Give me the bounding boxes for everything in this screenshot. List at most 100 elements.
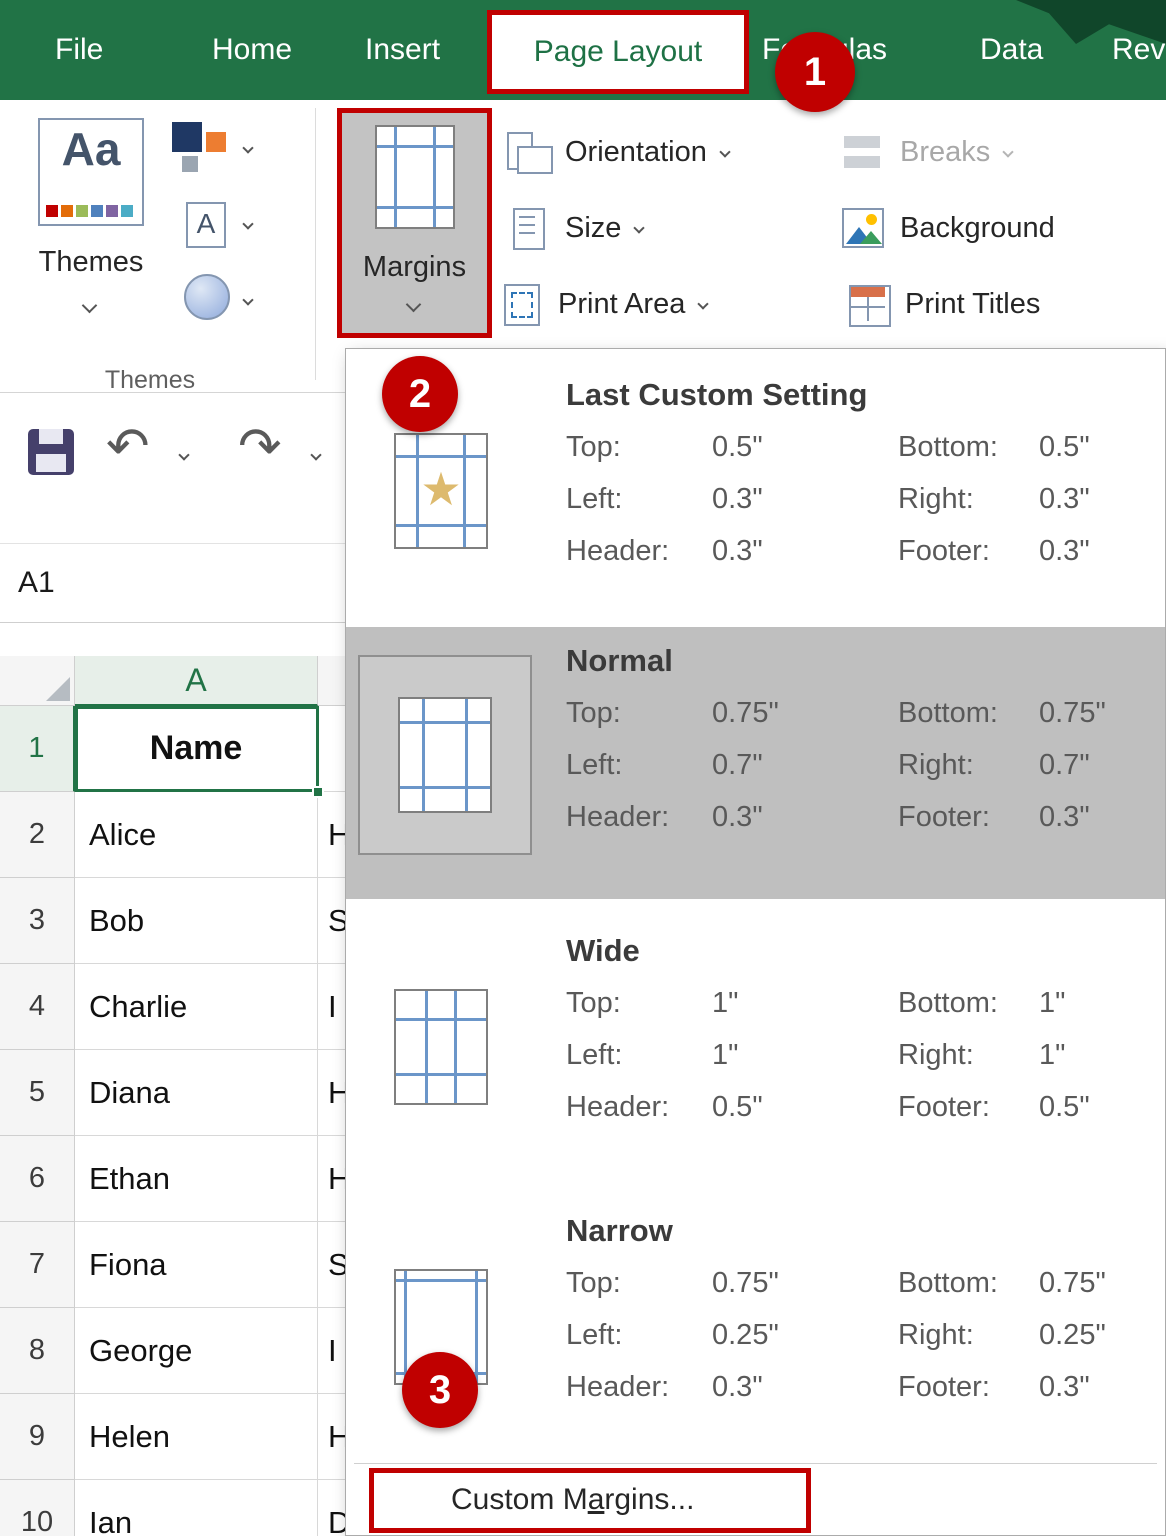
undo-icon[interactable] — [106, 417, 168, 479]
cell-b9[interactable]: H — [318, 1394, 346, 1480]
cell-a5[interactable]: Diana — [75, 1050, 318, 1136]
margins-option-normal[interactable]: Normal Top:0.75" Bottom:0.75" Left:0.7" … — [346, 627, 1165, 899]
ribbon-tab-bar: File Home Insert Page Layout Formulas Da… — [0, 0, 1166, 100]
cell-a10[interactable]: Ian — [75, 1480, 318, 1536]
tab-insert[interactable]: Insert — [365, 0, 440, 100]
orientation-icon — [505, 130, 551, 174]
chevron-down-icon[interactable] — [242, 294, 253, 305]
cell-a6[interactable]: Ethan — [75, 1136, 318, 1222]
tab-review[interactable]: Review — [1112, 0, 1166, 100]
group-divider — [315, 108, 316, 380]
cell-a7[interactable]: Fiona — [75, 1222, 318, 1308]
print-titles-label: Print Titles — [905, 288, 1040, 321]
chevron-down-icon — [82, 298, 98, 314]
cell-a1[interactable]: Name — [75, 706, 318, 792]
sheet-row: 8 George I — [0, 1308, 346, 1394]
name-box[interactable]: A1 — [0, 543, 346, 623]
themes-button[interactable]: Aa Themes — [30, 108, 158, 344]
margins-option-last-custom-setting[interactable]: Last Custom Setting Top:0.5" Bottom:0.5"… — [346, 361, 1165, 623]
column-header-b[interactable] — [318, 656, 346, 706]
theme-fonts-button[interactable] — [186, 202, 226, 248]
tab-file[interactable]: File — [55, 0, 103, 100]
select-all-button[interactable] — [0, 656, 75, 706]
cell-b5[interactable]: H — [318, 1050, 346, 1136]
select-all-triangle-icon — [46, 677, 70, 701]
cell-b10[interactable]: D — [318, 1480, 346, 1536]
cell-a4[interactable]: Charlie — [75, 964, 318, 1050]
margins-option-narrow[interactable]: Narrow Top:0.75" Bottom:0.75" Left:0.25"… — [346, 1197, 1165, 1459]
theme-fonts-icon — [186, 202, 226, 248]
chevron-down-icon[interactable] — [242, 142, 253, 153]
margins-option-values: Top:0.75" Bottom:0.75" Left:0.7" Right:0… — [566, 687, 1106, 843]
row-header[interactable]: 10 — [0, 1480, 75, 1536]
sheet-row: 4 Charlie I — [0, 964, 346, 1050]
orientation-label: Orientation — [565, 136, 707, 169]
print-titles-icon — [845, 282, 891, 326]
page-breaks-icon — [840, 130, 886, 174]
fill-handle[interactable] — [312, 786, 324, 798]
row-header[interactable]: 9 — [0, 1394, 75, 1480]
cell-a8[interactable]: George — [75, 1308, 318, 1394]
margins-page-icon — [375, 125, 455, 229]
sheet-row: 7 Fiona S — [0, 1222, 346, 1308]
cell-b6[interactable]: H — [318, 1136, 346, 1222]
chevron-down-icon — [698, 298, 709, 309]
row-header[interactable]: 5 — [0, 1050, 75, 1136]
redo-icon[interactable] — [238, 417, 300, 479]
cell-reference: A1 — [18, 544, 346, 622]
chevron-down-icon[interactable] — [178, 449, 189, 460]
theme-effects-button[interactable] — [184, 274, 230, 320]
sheet-row: 9 Helen H — [0, 1394, 346, 1480]
background-button[interactable]: Background — [840, 200, 1055, 256]
tab-page-layout[interactable]: Page Layout — [487, 10, 749, 94]
row-header[interactable]: 6 — [0, 1136, 75, 1222]
row-header[interactable]: 4 — [0, 964, 75, 1050]
print-titles-button[interactable]: Print Titles — [845, 276, 1040, 332]
margins-option-values: Top:1" Bottom:1" Left:1" Right:1" Header… — [566, 977, 1090, 1133]
chevron-down-icon[interactable] — [310, 449, 321, 460]
column-headers: A — [0, 656, 346, 706]
save-icon[interactable] — [28, 429, 74, 475]
cell-a3[interactable]: Bob — [75, 878, 318, 964]
print-area-button[interactable]: Print Area — [498, 276, 707, 332]
margins-option-wide[interactable]: Wide Top:1" Bottom:1" Left:1" Right:1" H… — [346, 917, 1165, 1179]
sheet-row: 10 Ian D — [0, 1480, 346, 1536]
sheet-row: 1 Name — [0, 706, 346, 792]
row-header[interactable]: 8 — [0, 1308, 75, 1394]
sheet-row: 3 Bob S — [0, 878, 346, 964]
row-header[interactable]: 2 — [0, 792, 75, 878]
background-label: Background — [900, 212, 1055, 245]
size-label: Size — [565, 212, 621, 245]
chevron-down-icon — [406, 297, 422, 313]
size-button[interactable]: Size — [505, 200, 643, 256]
margins-button[interactable]: Margins — [337, 108, 492, 338]
cell-b1[interactable] — [318, 706, 346, 792]
margins-option-title: Narrow — [566, 1213, 673, 1249]
cell-b3[interactable]: S — [318, 878, 346, 964]
row-header[interactable]: 3 — [0, 878, 75, 964]
cell-a9[interactable]: Helen — [75, 1394, 318, 1480]
background-picture-icon — [840, 206, 886, 250]
cell-b7[interactable]: S — [318, 1222, 346, 1308]
column-header-a[interactable]: A — [75, 656, 318, 706]
custom-margins-menu-item[interactable]: Custom Margins... — [346, 1467, 1165, 1535]
margins-preview-icon — [398, 697, 492, 813]
cell-b4[interactable]: I — [318, 964, 346, 1050]
cell-b2[interactable]: H — [318, 792, 346, 878]
chevron-down-icon — [719, 146, 730, 157]
tab-data[interactable]: Data — [980, 0, 1043, 100]
tab-home[interactable]: Home — [212, 0, 292, 100]
sheet-row: 2 Alice H — [0, 792, 346, 878]
row-header[interactable]: 7 — [0, 1222, 75, 1308]
margins-preview-icon — [394, 989, 488, 1105]
chevron-down-icon[interactable] — [242, 218, 253, 229]
row-header[interactable]: 1 — [0, 706, 75, 792]
cell-b8[interactable]: I — [318, 1308, 346, 1394]
sheet-row: 5 Diana H — [0, 1050, 346, 1136]
margins-button-label: Margins — [342, 251, 487, 284]
margins-option-title: Normal — [566, 643, 673, 679]
themes-aa-icon: Aa — [38, 118, 144, 226]
cell-a2[interactable]: Alice — [75, 792, 318, 878]
margins-option-values: Top:0.75" Bottom:0.75" Left:0.25" Right:… — [566, 1257, 1106, 1413]
orientation-button[interactable]: Orientation — [505, 124, 729, 180]
